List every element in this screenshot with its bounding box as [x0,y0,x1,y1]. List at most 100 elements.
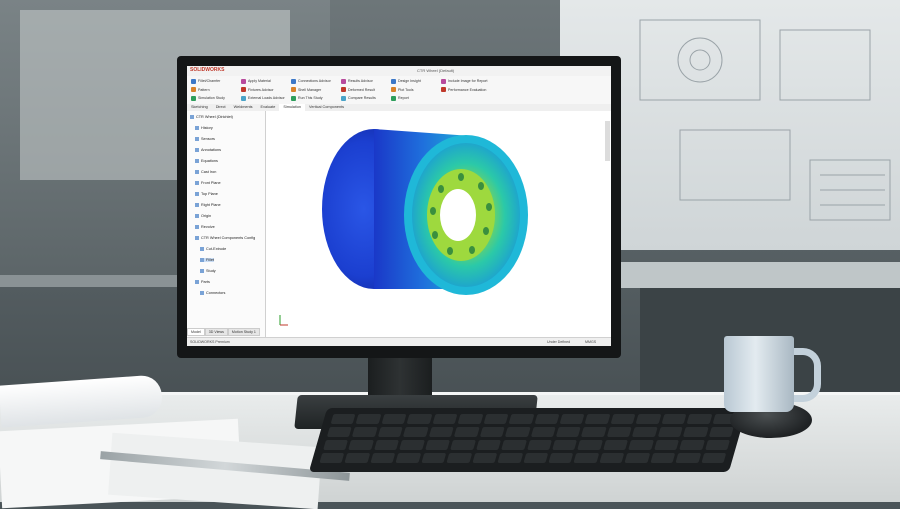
tree-item[interactable]: Cut-Extrude [200,247,226,251]
key [628,440,654,450]
tree-item[interactable]: History [195,126,213,130]
task-pane-tabs[interactable] [605,121,610,161]
ribbon-command[interactable]: Design Insight [398,79,421,83]
command-tab[interactable]: Sketching [187,104,212,111]
ribbon-command[interactable]: Fillet/Chamfer [198,79,220,83]
shelf [0,275,200,287]
ribbon-command[interactable]: Report [398,96,409,100]
tree-item-label: Equations [201,159,218,163]
key [555,427,582,437]
ribbon-command[interactable]: Pattern [198,88,210,92]
ribbon-command-icon[interactable] [441,78,446,84]
tree-item-label: Cast Iron [201,170,217,174]
tree-item[interactable]: Revolve [195,225,215,229]
ribbon-command[interactable]: Deformed Result [348,88,375,92]
key [504,427,531,437]
key [708,427,734,437]
key [374,440,400,450]
ribbon-command-icon[interactable] [291,78,296,84]
ribbon-command-icon[interactable] [241,95,246,101]
key [352,427,378,437]
ribbon-command[interactable]: Simulation Study [198,96,225,100]
ribbon-command-icon[interactable] [391,95,396,101]
key [704,440,730,450]
key [406,414,433,424]
ribbon-command[interactable]: Performance Evaluation [448,88,486,92]
command-tab[interactable]: Evaluate [257,104,280,111]
ribbon-command[interactable]: Plot Tools [398,88,414,92]
tree-item[interactable]: Origin [195,214,211,218]
tree-item[interactable]: Right Plane [195,203,221,207]
ribbon-command[interactable]: Include Image for Report [448,79,488,83]
key [577,440,603,450]
ribbon-command-icon[interactable] [291,87,296,92]
key [635,414,662,424]
command-tab[interactable]: Weldments [230,104,257,111]
ribbon-command[interactable]: Results Advisor [348,79,373,83]
ribbon-command-icon[interactable] [241,87,246,92]
tree-item[interactable]: Connectors [200,291,225,295]
tree-item[interactable]: Cast Iron [195,170,216,174]
tree-item[interactable]: Equations [195,159,218,163]
ribbon-command-icon[interactable] [191,78,196,84]
workbench [620,262,900,288]
ribbon-command[interactable]: Shell Manager [298,88,321,92]
ribbon-command[interactable]: Run This Study [298,96,323,100]
keyboard-icon [308,408,748,472]
tree-item[interactable]: Annotations [195,148,221,152]
monitor-stand-neck [368,358,432,400]
ribbon-command[interactable]: External Loads Advisor [248,96,285,100]
key [632,427,658,437]
command-tab[interactable]: Simulation [279,104,306,111]
tree-item-label: Cut-Extrude [206,247,227,251]
key [526,440,552,450]
key [686,414,713,424]
tree-item[interactable]: CTR Wheel Components Config [195,236,255,240]
status-units: MMGS [585,340,597,344]
status-left: SOLIDWORKS Premium [190,340,230,344]
ribbon-command-icon[interactable] [341,95,346,101]
ribbon-command[interactable]: Connections Advisor [298,79,331,83]
ribbon-command-icon[interactable] [291,95,296,101]
command-tab[interactable]: Vertical Components [305,104,348,111]
feature-icon [195,225,199,229]
tree-item[interactable]: Parts [195,280,210,284]
tree-item-label: Sensors [201,137,215,141]
tree-item[interactable]: Top Plane [195,192,218,196]
key [508,414,534,424]
ribbon-command-icon[interactable] [191,95,196,101]
tree-item[interactable]: CTR Wheel (Dirichlet) [190,115,233,119]
key [475,440,502,450]
tree-item[interactable]: Sensors [195,137,215,141]
command-tab[interactable]: Direct [212,104,230,111]
feature-icon [195,148,199,152]
key [399,440,425,450]
ribbon-command-icon[interactable] [341,87,346,92]
graphics-viewport[interactable] [266,111,611,337]
ribbon-command-icon[interactable] [391,87,396,92]
ribbon-command-icon[interactable] [241,78,246,84]
ribbon-command-icon[interactable] [341,78,346,84]
tree-item[interactable]: Front Plane [195,181,221,185]
key [381,414,407,424]
key [501,440,527,450]
ribbon-command-icon[interactable] [191,87,196,92]
ribbon-command-icon[interactable] [391,78,396,84]
bottom-tab[interactable]: Motion Study 1 [227,328,260,336]
tree-item-label: History [201,126,213,130]
ribbon-command[interactable]: Compare Results [348,96,376,100]
ribbon-command[interactable]: Apply Material [248,79,271,83]
key [552,440,578,450]
key [403,427,429,437]
key-row [326,427,734,437]
feature-icon [190,115,194,119]
tree-item[interactable]: Fillet [200,258,215,262]
feature-icon [200,291,204,295]
bottom-tab[interactable]: Model [187,328,205,336]
tree-item-label: Parts [201,280,210,284]
ribbon-command[interactable]: Fixtures Advisor [248,88,274,92]
bottom-tab[interactable]: 3D Views [204,328,228,336]
tree-item[interactable]: Study [200,269,216,273]
ribbon-command-icon[interactable] [441,87,446,92]
feature-icon [195,280,199,284]
